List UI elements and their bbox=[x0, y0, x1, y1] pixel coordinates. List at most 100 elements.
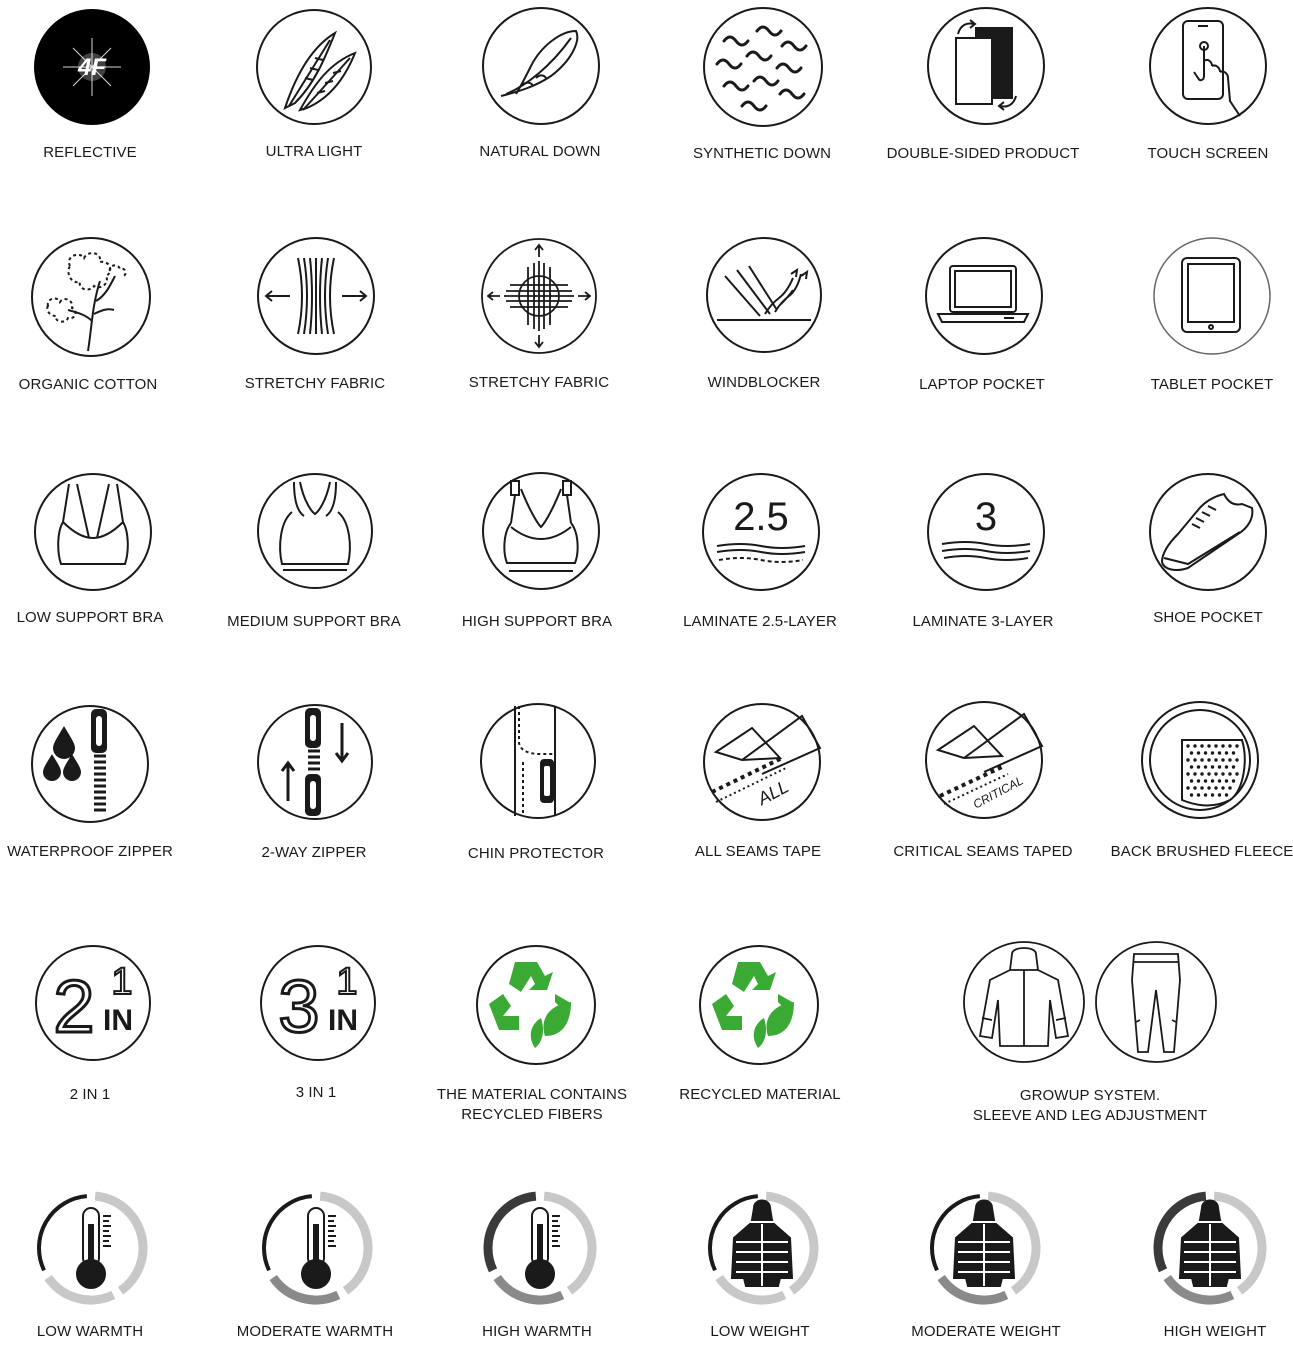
fleece-dot bbox=[1203, 779, 1208, 783]
label-back-brushed-fleece: BACK BRUSHED FLEECE bbox=[1110, 843, 1293, 860]
bra-high-icon bbox=[481, 471, 601, 591]
stretch-horizontal-icon bbox=[256, 236, 376, 356]
label-two-way-zipper: 2-WAY ZIPPER bbox=[261, 844, 367, 861]
label-high-warmth: HIGH WARMTH bbox=[482, 1323, 592, 1340]
fleece-dot bbox=[1186, 758, 1190, 762]
level-ring-segment bbox=[483, 1191, 537, 1273]
label-touch-screen: TOUCH SCREEN bbox=[1147, 145, 1269, 162]
svg-text:2: 2 bbox=[53, 965, 94, 1048]
svg-text:IN: IN bbox=[328, 1004, 358, 1037]
label-ultra-light: ULTRA LIGHT bbox=[265, 143, 363, 160]
laminate-3-icon: 3 bbox=[926, 472, 1046, 592]
wind-deflect-icon bbox=[705, 236, 823, 354]
all-seams-tape-icon: ALL bbox=[702, 702, 822, 822]
fleece-dot bbox=[1228, 772, 1232, 776]
fleece-dot bbox=[1231, 779, 1236, 783]
fleece-dot bbox=[1214, 772, 1218, 776]
level-ring-segment bbox=[262, 1194, 313, 1272]
label-natural-down: NATURAL DOWN bbox=[479, 143, 601, 160]
label-stretchy-fabric-1: STRETCHY FABRIC bbox=[244, 375, 386, 392]
jacket-icon bbox=[962, 940, 1086, 1064]
cotton-plant-icon bbox=[30, 236, 152, 358]
label-growup-line1: GROWUP SYSTEM. bbox=[1019, 1087, 1161, 1104]
chin-protector-icon bbox=[479, 702, 597, 820]
pants-icon bbox=[1094, 940, 1218, 1064]
fleece-dot bbox=[1189, 793, 1194, 797]
svg-text:1: 1 bbox=[336, 961, 357, 1003]
fleece-dot bbox=[1203, 765, 1208, 769]
reflective-icon: 4F bbox=[33, 8, 151, 126]
svg-text:1: 1 bbox=[111, 961, 132, 1003]
double-sided-icon bbox=[926, 6, 1046, 126]
fleece-dot bbox=[1196, 751, 1201, 755]
fleece-dot bbox=[1221, 772, 1225, 776]
two-way-zipper-icon bbox=[256, 703, 374, 821]
puffer-icon-low bbox=[704, 1190, 820, 1306]
fleece-dot bbox=[1200, 744, 1204, 748]
label-tablet-pocket: TABLET POCKET bbox=[1150, 376, 1274, 393]
fleece-dot bbox=[1200, 786, 1204, 790]
fleece-dot bbox=[1186, 786, 1190, 790]
fleece-dot bbox=[1214, 744, 1218, 748]
fleece-dot bbox=[1210, 765, 1215, 769]
laminate-2-5-icon: 2.5 bbox=[701, 472, 821, 592]
bra-medium-icon bbox=[256, 472, 374, 590]
fleece-dot bbox=[1228, 786, 1232, 790]
fleece-dot bbox=[1200, 758, 1204, 762]
label-medium-support-bra: MEDIUM SUPPORT BRA bbox=[227, 613, 401, 630]
fleece-dot bbox=[1224, 751, 1229, 755]
svg-text:IN: IN bbox=[103, 1004, 133, 1037]
label-high-weight: HIGH WEIGHT bbox=[1163, 1323, 1267, 1340]
fleece-icon bbox=[1140, 700, 1260, 820]
label-laminate-3: LAMINATE 3-LAYER bbox=[912, 613, 1054, 630]
label-chin-protector: CHIN PROTECTOR bbox=[467, 845, 605, 862]
thermometer-icon-low bbox=[33, 1190, 149, 1306]
fleece-dot bbox=[1224, 765, 1229, 769]
fleece-dot bbox=[1200, 772, 1204, 776]
label-recycled-fibers-line2: RECYCLED FIBERS bbox=[461, 1106, 603, 1123]
stretch-fourway-icon bbox=[480, 237, 598, 355]
fleece-dot bbox=[1196, 779, 1201, 783]
fleece-dot bbox=[1235, 744, 1239, 748]
fleece-dot bbox=[1210, 793, 1215, 797]
fleece-dot bbox=[1196, 765, 1201, 769]
fleece-dot bbox=[1203, 751, 1208, 755]
fleece-dot bbox=[1217, 793, 1222, 797]
svg-text:2.5: 2.5 bbox=[733, 495, 789, 539]
fleece-dot bbox=[1228, 744, 1232, 748]
label-shoe-pocket: SHOE POCKET bbox=[1153, 609, 1263, 626]
fleece-dot bbox=[1210, 751, 1215, 755]
fleece-dot bbox=[1224, 779, 1229, 783]
label-high-support-bra: HIGH SUPPORT BRA bbox=[461, 613, 613, 630]
fleece-dot bbox=[1196, 793, 1201, 797]
tablet-icon bbox=[1152, 236, 1272, 356]
thermometer-icon-high bbox=[482, 1190, 598, 1306]
fleece-dot bbox=[1221, 786, 1225, 790]
bra-low-icon bbox=[33, 472, 153, 592]
fleece-dot bbox=[1210, 779, 1215, 783]
fleece-dot bbox=[1214, 786, 1218, 790]
touch-phone-icon bbox=[1148, 6, 1268, 126]
wavy-fibers-icon bbox=[702, 6, 824, 128]
laptop-icon bbox=[924, 236, 1044, 356]
recycle-leaf-icon bbox=[475, 944, 597, 1066]
fleece-dot bbox=[1217, 779, 1222, 783]
shoe-icon bbox=[1148, 472, 1268, 592]
fleece-dot bbox=[1221, 744, 1225, 748]
fleece-dot bbox=[1235, 772, 1239, 776]
thermometer-icon-moderate bbox=[258, 1190, 374, 1306]
fleece-dot bbox=[1189, 751, 1194, 755]
fleece-dot bbox=[1228, 758, 1232, 762]
fleece-dot bbox=[1224, 793, 1229, 797]
label-moderate-warmth: MODERATE WARMTH bbox=[236, 1323, 394, 1340]
waterproof-zipper-icon bbox=[30, 704, 150, 824]
label-all-seams-tape: ALL SEAMS TAPE bbox=[694, 843, 822, 860]
critical-seams-icon: CRITICAL bbox=[924, 700, 1044, 820]
fleece-dot bbox=[1221, 758, 1225, 762]
label-recycled-fibers: THE MATERIAL CONTAINS RECYCLED FIBERS bbox=[402, 1085, 662, 1125]
fleece-dot bbox=[1214, 758, 1218, 762]
svg-text:3: 3 bbox=[975, 495, 997, 539]
fleece-dot bbox=[1207, 758, 1211, 762]
feather-icon bbox=[481, 6, 601, 126]
fleece-dot bbox=[1235, 758, 1239, 762]
